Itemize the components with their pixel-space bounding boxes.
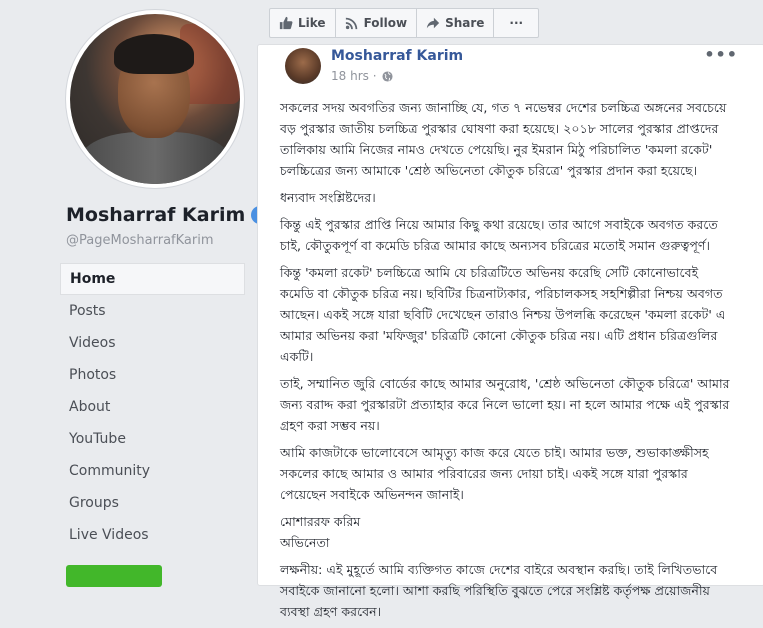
more-actions-label: ··· [509,16,524,30]
post-options-button[interactable]: ••• [704,45,738,64]
profile-picture[interactable] [70,14,240,184]
like-button[interactable]: Like [269,8,336,38]
nav-item-photos[interactable]: Photos [60,359,245,391]
post-author-name[interactable]: Mosharraf Karim [331,48,463,64]
nav-item-groups[interactable]: Groups [60,487,245,519]
hair-shape [114,34,194,74]
post-paragraph: আমি কাজটাকে ভালোবেসে আমৃত্যু কাজ করে যেত… [280,445,709,502]
post-paragraph: সকলের সদয় অবগতির জন্য জানাচ্ছি যে, গত ৭… [280,100,727,178]
share-arrow-icon [426,17,440,29]
page-handle[interactable]: @PageMosharrafKarim [66,233,214,248]
follow-button[interactable]: Follow [334,8,418,38]
rss-follow-icon [345,17,357,30]
page-name[interactable]: Mosharraf Karim [66,204,245,226]
page-sidebar: Mosharraf Karim ✓ @PageMosharrafKarim Ho… [0,0,270,587]
post-meta: 18 hrs · [331,69,393,83]
post-author-avatar[interactable] [285,48,321,84]
post-timestamp[interactable]: 18 hrs · [331,69,377,83]
post-note: লক্ষনীয়: এই মুহূর্তে আমি ব্যক্তিগত কাজে… [280,562,718,619]
nav-item-youtube[interactable]: YouTube [60,423,245,455]
post-signature-name: মোশাররফ করিম [280,514,361,529]
nav-item-live-videos[interactable]: Live Videos [60,519,245,551]
page-nav: Home Posts Videos Photos About YouTube C… [60,263,245,551]
nav-item-home[interactable]: Home [60,263,245,295]
post-body: সকলের সদয় অবগতির জন্য জানাচ্ছি যে, গত ৭… [280,97,732,628]
nav-item-videos[interactable]: Videos [60,327,245,359]
post-paragraph: তাই, সম্মানিত জুরি বোর্ডের কাছে আমার অনু… [280,376,730,433]
page-name-row: Mosharraf Karim ✓ [66,204,270,226]
post-paragraph: কিন্তু 'কমলা রকেট' চলচ্চিত্রে আমি যে চরি… [280,265,726,364]
more-actions-button[interactable]: ··· [493,8,540,38]
follow-label: Follow [363,16,408,30]
shirt-shape [80,132,230,184]
nav-item-community[interactable]: Community [60,455,245,487]
create-page-button[interactable] [66,565,162,587]
share-button[interactable]: Share [416,8,495,38]
post-signature-role: অভিনেতা [280,535,330,550]
thumbs-up-icon [279,16,293,30]
nav-item-about[interactable]: About [60,391,245,423]
post-card: Mosharraf Karim 18 hrs · ••• সকলের সদয় … [257,44,763,619]
post-paragraph: কিন্তু এই পুরস্কার প্রাপ্তি নিয়ে আমার ক… [280,217,718,253]
page-actions-bar: Like Follow Share ··· [269,8,540,38]
profile-picture-frame[interactable] [66,10,244,188]
post-paragraph: ধন্যবাদ সংশ্লিষ্টদের। [280,190,376,205]
share-label: Share [445,16,485,30]
like-label: Like [298,16,326,30]
globe-icon [381,70,393,82]
nav-item-posts[interactable]: Posts [60,295,245,327]
